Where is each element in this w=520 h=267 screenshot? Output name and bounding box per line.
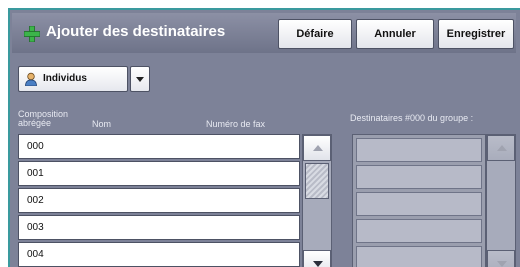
list-item[interactable]: 003 xyxy=(18,215,300,240)
scroll-up-button[interactable] xyxy=(303,135,331,161)
column-header-fax: Numéro de fax xyxy=(206,119,266,129)
add-recipient-icon xyxy=(23,25,41,43)
group-recipients-list xyxy=(352,134,486,267)
recipient-type-dropdown-button[interactable] xyxy=(130,66,150,92)
group-slot xyxy=(356,165,482,189)
save-button[interactable]: Enregistrer xyxy=(438,19,514,49)
list-scrollbar[interactable] xyxy=(302,134,332,267)
person-icon xyxy=(24,72,38,87)
group-scroll-up-button[interactable] xyxy=(487,135,515,161)
list-item[interactable]: 001 xyxy=(18,161,300,186)
list-item[interactable]: 000 xyxy=(18,134,300,159)
undo-button[interactable]: Défaire xyxy=(278,19,352,49)
recipient-type-value: Individus xyxy=(43,73,87,84)
column-header-speed-dial: Composition abrégée xyxy=(18,109,69,128)
group-slot xyxy=(356,138,482,162)
group-scroll-down-button[interactable] xyxy=(487,250,515,267)
cancel-button[interactable]: Annuler xyxy=(356,19,434,49)
scroll-down-button[interactable] xyxy=(303,250,331,267)
title-bar: Ajouter des destinataires Défaire Annule… xyxy=(12,13,516,53)
column-header-name: Nom xyxy=(92,119,112,129)
group-slot xyxy=(356,192,482,216)
group-slot xyxy=(356,246,482,267)
scroll-thumb[interactable] xyxy=(305,163,329,199)
list-item[interactable]: 002 xyxy=(18,188,300,213)
recipient-type-select[interactable]: Individus xyxy=(18,66,128,92)
group-slot xyxy=(356,219,482,243)
add-recipients-screen: Ajouter des destinataires Défaire Annule… xyxy=(8,8,520,267)
page-title: Ajouter des destinataires xyxy=(46,23,226,40)
group-scrollbar[interactable] xyxy=(486,134,516,267)
list-item[interactable]: 004 xyxy=(18,242,300,267)
group-recipients-header: Destinataires #000 du groupe : xyxy=(350,113,474,123)
